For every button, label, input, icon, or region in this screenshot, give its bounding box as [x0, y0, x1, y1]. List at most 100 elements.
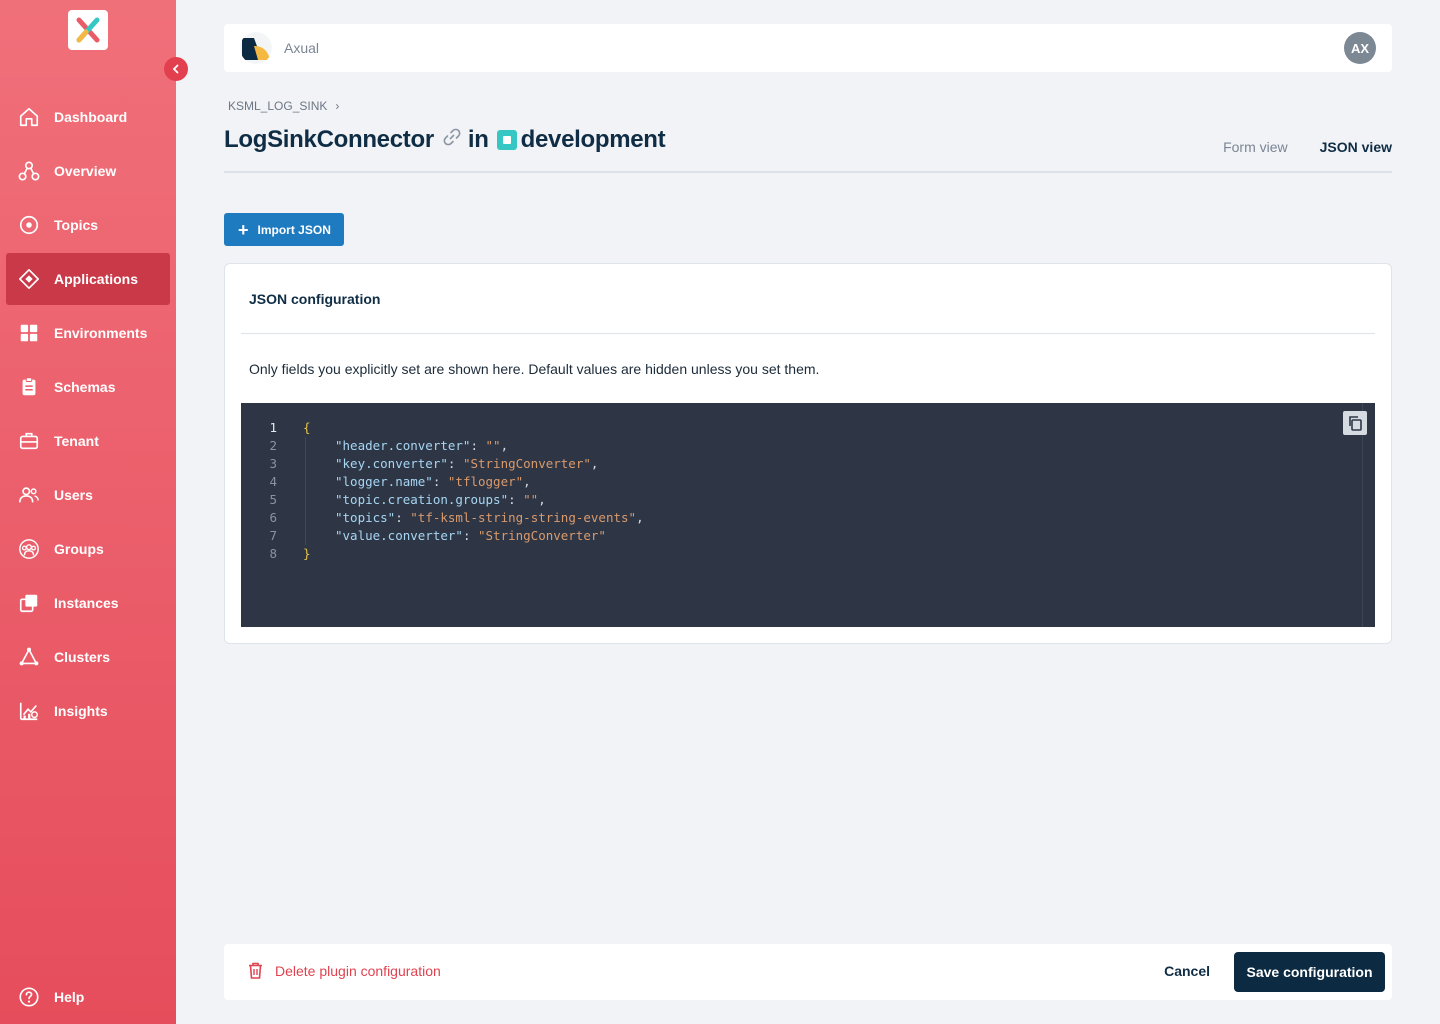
line-number: 1	[269, 420, 277, 435]
copy-button[interactable]	[1343, 411, 1367, 435]
environments-icon	[20, 324, 38, 342]
sidebar-item-label: Overview	[54, 163, 117, 179]
overview-icon	[18, 161, 40, 181]
sidebar-item-dashboard[interactable]: Dashboard	[0, 90, 176, 144]
page-title: LogSinkConnector in development	[224, 126, 666, 154]
view-tabs: Form view JSON view	[1191, 128, 1393, 173]
tab-form-view[interactable]: Form view	[1223, 128, 1288, 173]
help-icon	[19, 987, 39, 1007]
delete-plugin-configuration-button[interactable]: Delete plugin configuration	[248, 962, 441, 979]
json-value: "StringConverter"	[478, 528, 606, 543]
json-value: "tflogger"	[447, 474, 524, 489]
sidebar-item-help[interactable]: Help	[0, 970, 176, 1024]
sidebar-item-label: Tenant	[54, 433, 99, 449]
delete-label: Delete plugin configuration	[275, 962, 441, 979]
line-number-gutter: 1 2 3 4 5 6 7 8	[241, 419, 281, 563]
clusters-icon	[19, 647, 39, 666]
insights-icon	[19, 702, 38, 721]
sidebar-item-applications[interactable]: Applications	[6, 253, 170, 305]
sidebar-item-label: Users	[54, 487, 93, 503]
sidebar-item-users[interactable]: Users	[0, 468, 176, 522]
close-brace: }	[303, 546, 311, 561]
sidebar-item-overview[interactable]: Overview	[0, 144, 176, 198]
json-key: "topic.creation.groups"	[335, 492, 509, 507]
card-note: Only fields you explicitly set are shown…	[249, 361, 820, 377]
code-line: "value.converter": "StringConverter"	[305, 527, 644, 545]
link-icon	[442, 126, 462, 154]
sidebar-item-label: Environments	[54, 325, 148, 341]
collapse-sidebar-button[interactable]	[164, 57, 188, 81]
sidebar-item-environments[interactable]: Environments	[0, 306, 176, 360]
sidebar-item-label: Dashboard	[54, 109, 128, 125]
json-key: "header.converter"	[335, 438, 471, 453]
line-number: 4	[269, 474, 277, 489]
sidebar-item-label: Insights	[54, 703, 108, 719]
import-json-button[interactable]: + Import JSON	[224, 213, 344, 246]
plus-icon: +	[238, 219, 249, 240]
breadcrumb-item[interactable]: KSML_LOG_SINK	[228, 99, 327, 113]
line-number: 7	[269, 528, 277, 543]
sidebar-item-clusters[interactable]: Clusters	[0, 630, 176, 684]
line-number: 3	[269, 456, 277, 471]
applications-icon	[19, 269, 39, 289]
line-number: 5	[269, 492, 277, 507]
help-label: Help	[54, 989, 85, 1005]
sidebar: Dashboard Overview Topics Applications E…	[0, 0, 188, 1024]
home-icon	[19, 107, 39, 127]
line-number: 6	[269, 510, 277, 525]
sidebar-item-label: Topics	[54, 217, 99, 233]
topics-icon	[19, 215, 39, 235]
sidebar-item-label: Groups	[54, 541, 104, 557]
editor-scrollbar[interactable]	[1362, 403, 1363, 627]
tab-json-view[interactable]: JSON view	[1319, 128, 1393, 173]
code-content[interactable]: { "header.converter": "", "key.converter…	[303, 419, 644, 563]
title-in-word: in	[467, 126, 489, 153]
json-value: "tf-ksml-string-string-events"	[410, 510, 637, 525]
users-icon	[19, 487, 39, 503]
user-avatar[interactable]: AX	[1344, 32, 1376, 64]
sidebar-item-label: Clusters	[54, 649, 111, 665]
json-key: "logger.name"	[335, 474, 433, 489]
sidebar-item-insights[interactable]: Insights	[0, 684, 176, 738]
code-line: "topic.creation.groups": "",	[305, 491, 644, 509]
environment-name: development	[520, 126, 666, 153]
card-divider	[241, 333, 1375, 334]
app-logo[interactable]	[68, 10, 108, 50]
tenant-logo	[240, 32, 272, 64]
code-line: "logger.name": "tflogger",	[305, 473, 644, 491]
line-number: 8	[269, 546, 277, 561]
code-line: }	[303, 545, 644, 563]
sidebar-item-schemas[interactable]: Schemas	[0, 360, 176, 414]
json-value: ""	[485, 438, 501, 453]
sidebar-item-label: Applications	[54, 271, 139, 287]
action-footer: Delete plugin configuration Cancel Save …	[224, 944, 1392, 1000]
open-brace: {	[303, 420, 311, 435]
breadcrumb: KSML_LOG_SINK ›	[228, 99, 339, 113]
json-key: "key.converter"	[335, 456, 448, 471]
top-bar: Axual AX	[224, 24, 1392, 72]
connector-name: LogSinkConnector	[224, 126, 434, 153]
json-configuration-card: JSON configuration Only fields you expli…	[224, 263, 1392, 644]
schemas-icon	[22, 377, 36, 396]
trash-icon	[249, 962, 262, 979]
save-configuration-button[interactable]: Save configuration	[1234, 952, 1385, 992]
sidebar-nav: Dashboard Overview Topics Applications E…	[0, 90, 176, 738]
code-line: "key.converter": "StringConverter",	[305, 455, 644, 473]
instances-icon	[19, 594, 38, 613]
tenant-icon	[19, 432, 39, 450]
sidebar-item-tenant[interactable]: Tenant	[0, 414, 176, 468]
import-json-label: Import JSON	[257, 222, 331, 237]
sidebar-item-topics[interactable]: Topics	[0, 198, 176, 252]
chevron-right-icon: ›	[335, 99, 340, 113]
sidebar-item-label: Instances	[54, 595, 119, 611]
cancel-button[interactable]: Cancel	[1164, 963, 1210, 979]
sidebar-item-groups[interactable]: Groups	[0, 522, 176, 576]
groups-icon	[19, 539, 39, 559]
json-editor[interactable]: 1 2 3 4 5 6 7 8 { "header.converter": ""…	[241, 403, 1375, 627]
code-line: "topics": "tf-ksml-string-string-events"…	[305, 509, 644, 527]
code-line: {	[303, 419, 644, 437]
sidebar-item-instances[interactable]: Instances	[0, 576, 176, 630]
title-divider	[224, 171, 1392, 173]
line-number: 2	[269, 438, 277, 453]
code-line: "header.converter": "",	[305, 437, 644, 455]
